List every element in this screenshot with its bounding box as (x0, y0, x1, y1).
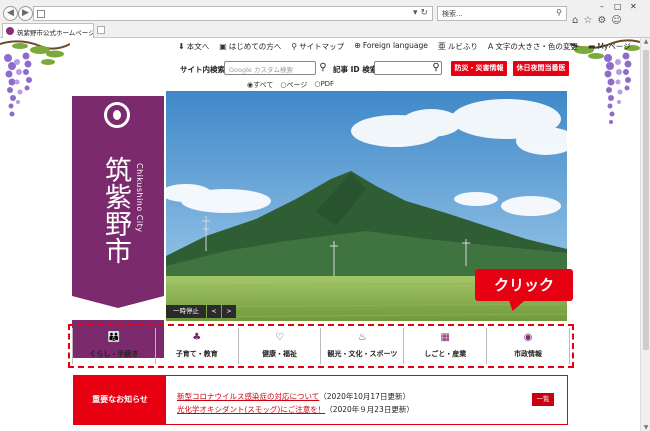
browser-tab[interactable]: 筑紫野市公式ホームページ (2, 23, 94, 38)
notice-item: 光化学オキシダント(スモッグ)にご注意を！（2020年９月23日更新） (177, 405, 414, 414)
category-health[interactable]: ♡ 健康・福祉 (237, 328, 321, 364)
click-callout: クリック (475, 269, 573, 301)
download-arrow-icon: ⬇ (178, 42, 185, 51)
utility-link-text-size[interactable]: A 文字の大きさ・色の変更 (488, 41, 578, 52)
banner-notch (72, 296, 164, 320)
prev-slide-button[interactable]: < (207, 305, 221, 318)
utility-link-mypage[interactable]: ▬ Myページ (588, 41, 631, 52)
search-scope-radios: ◉すべて ○ページ ○PDF (247, 80, 334, 90)
sitemap-icon: ⚲ (291, 42, 298, 51)
radio-page[interactable]: ○ページ (280, 80, 307, 90)
tab-favicon-icon (6, 27, 14, 35)
holiday-doctor-button[interactable]: 休日夜間当番医 (513, 61, 569, 76)
browser-toolbar-icons: ⌂☆⚙☺ (572, 15, 627, 26)
ruby-icon: 亜 (437, 42, 446, 51)
folder-icon: ▬ (587, 42, 596, 51)
refresh-icon[interactable]: ↻ (420, 8, 428, 18)
category-childcare[interactable]: ♣ 子育て・教育 (154, 328, 238, 364)
site-search-button[interactable]: ⚲ (316, 61, 330, 75)
favorites-icon[interactable]: ☆ (583, 15, 597, 26)
slideshow-controls: 一時停止 < > (166, 305, 236, 318)
building-icon: ▦ (440, 332, 450, 343)
minimize-button[interactable]: – (600, 2, 604, 11)
browser-chrome: ◀ ▶ ▾ ↻ 検索... ⚲ – □ ✕ ⌂☆⚙☺ 筑紫野市公式ホームページ (0, 0, 650, 38)
site-search-label: サイト内検索 (180, 65, 225, 74)
category-tourism[interactable]: ♨ 観光・文化・スポーツ (320, 328, 403, 364)
back-button[interactable]: ◀ (3, 6, 18, 21)
utility-link-foreign-language[interactable]: ⊕ Foreign language (354, 41, 428, 52)
next-slide-button[interactable]: > (222, 305, 236, 318)
smiley-icon[interactable]: ☺ (611, 15, 626, 26)
web-page: ⬇ 本文へ ▣ はじめての方へ ⚲ サイトマップ ⊕ Foreign language … (0, 38, 640, 431)
address-bar-tools: ▾ ↻ (413, 8, 428, 18)
people-icon: 👪 (107, 332, 121, 343)
disaster-info-button[interactable]: 防災・災害情報 (451, 61, 507, 76)
utility-links: ⬇ 本文へ ▣ はじめての方へ ⚲ サイトマップ ⊕ Foreign language … (178, 41, 631, 52)
text-size-icon: A (487, 42, 494, 51)
utility-link-ruby[interactable]: 亜ルビふり (438, 41, 478, 52)
notice-list-button[interactable]: 一覧 (532, 393, 554, 406)
article-id-search-button[interactable]: ⚲ (429, 61, 443, 75)
search-icon: ⚲ (319, 62, 327, 73)
radio-pdf[interactable]: ○PDF (314, 80, 334, 90)
wisteria-right-decoration (570, 39, 640, 124)
maximize-button[interactable]: □ (614, 2, 622, 11)
close-button[interactable]: ✕ (630, 2, 637, 11)
category-city-admin[interactable]: ◉ 市政情報 (486, 328, 570, 364)
search-icon[interactable]: ⚲ (556, 8, 562, 17)
category-nav: 👪 くらし・手続き ♣ 子育て・教育 ♡ 健康・福祉 ♨ 観光・文化・スポーツ … (72, 328, 570, 364)
utility-link-first-visit[interactable]: ▣ はじめての方へ (219, 41, 281, 52)
pause-button[interactable]: 一時停止 (166, 305, 206, 318)
page-scrollbar[interactable]: ▲ ▼ (640, 38, 650, 431)
radio-all[interactable]: ◉すべて (247, 80, 273, 90)
city-emblem-logo[interactable] (104, 102, 130, 128)
page-favicon-icon (37, 10, 45, 18)
stethoscope-icon: ♡ (275, 332, 285, 343)
scrollbar-thumb[interactable] (643, 50, 649, 350)
city-emblem-icon: ◉ (523, 332, 533, 343)
browser-search-input[interactable]: 検索... ⚲ (437, 6, 567, 21)
address-bar[interactable]: ▾ ↻ (33, 6, 433, 21)
article-id-search-label: 記事 ID 検索 (333, 65, 378, 74)
globe-icon: ⊕ (354, 41, 361, 50)
utility-link-sitemap[interactable]: ⚲ サイトマップ (291, 41, 344, 52)
notice-heading: 重要なお知らせ (74, 376, 166, 424)
category-living[interactable]: 👪 くらし・手続き (72, 328, 155, 364)
site-search-input[interactable]: Google カスタム検索 (224, 61, 316, 75)
scroll-down-icon[interactable]: ▼ (642, 424, 650, 431)
search-icon: ⚲ (432, 62, 440, 73)
notice-list: 新型コロナウイルス感染症の対応について（2020年10月17日更新） 光化学オキ… (177, 390, 414, 416)
utility-link-skip[interactable]: ⬇ 本文へ (178, 41, 209, 52)
notice-item: 新型コロナウイルス感染症の対応について（2020年10月17日更新） (177, 392, 410, 401)
book-icon: ▣ (219, 42, 227, 51)
settings-gear-icon[interactable]: ⚙ (597, 15, 611, 26)
important-notice: 重要なお知らせ 新型コロナウイルス感染症の対応について（2020年10月17日更… (73, 375, 568, 425)
stroller-icon: ♣ (192, 332, 202, 343)
scroll-up-icon[interactable]: ▲ (642, 38, 650, 45)
notice-link-smog[interactable]: 光化学オキシダント(スモッグ)にご注意を！ (177, 405, 325, 414)
hot-spring-icon: ♨ (357, 332, 367, 343)
wisteria-left-decoration (0, 40, 70, 117)
dropdown-icon[interactable]: ▾ (413, 8, 418, 18)
city-name-roman: Chikushino City (135, 163, 144, 233)
city-name-kanji: 筑紫野市 (100, 156, 131, 264)
new-tab-button[interactable] (97, 26, 105, 34)
forward-button[interactable]: ▶ (18, 6, 33, 21)
notice-link-covid[interactable]: 新型コロナウイルス感染症の対応について (177, 392, 319, 401)
home-icon[interactable]: ⌂ (572, 15, 583, 26)
category-work[interactable]: ▦ しごと・産業 (403, 328, 486, 364)
